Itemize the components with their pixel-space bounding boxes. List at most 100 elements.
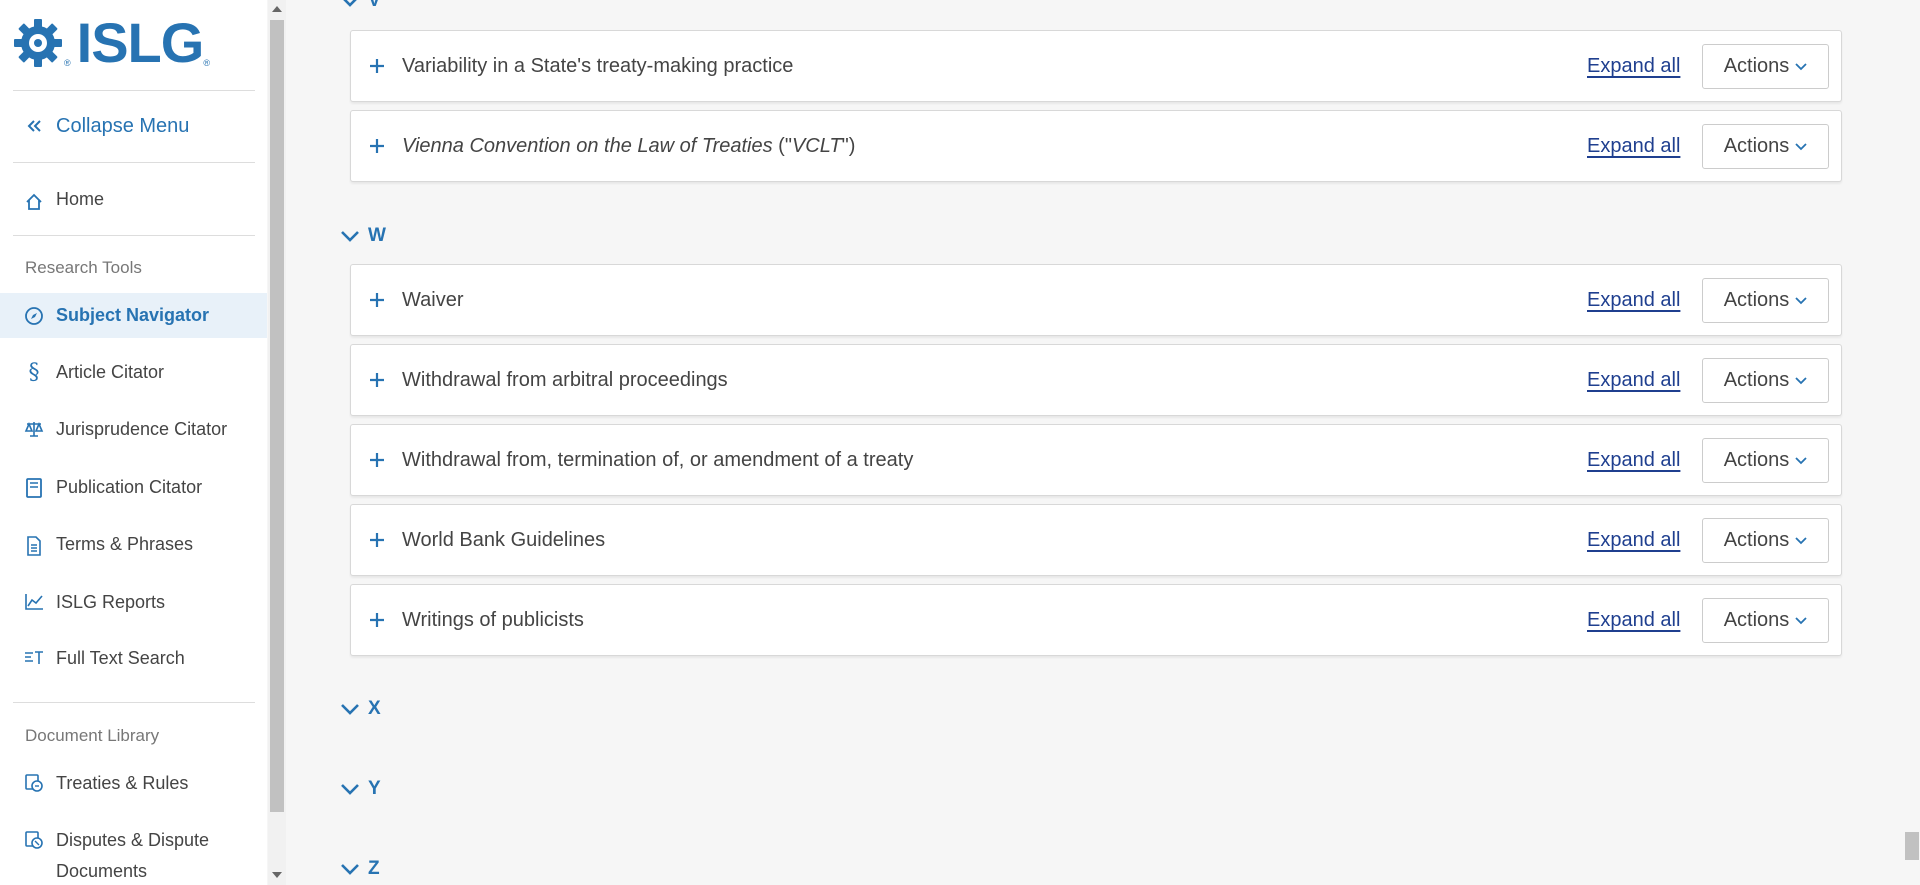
sidebar-item-treaties-rules[interactable]: Treaties & Rules [0,768,267,800]
actions-dropdown[interactable]: Actions [1702,44,1829,89]
sidebar-item-publication-citator[interactable]: Publication Citator [0,472,267,504]
expand-all-link[interactable]: Expand all [1587,609,1680,632]
topic-card: World Bank Guidelines Expand all Actions [350,504,1842,576]
sidebar-item-label: Home [56,189,105,209]
topic-card: Withdrawal from, termination of, or amen… [350,424,1842,496]
topic-title[interactable]: World Bank Guidelines [402,529,605,552]
letter-heading: Z [368,858,380,879]
chevron-down-icon [340,699,360,719]
plus-icon[interactable] [368,57,386,75]
actions-label: Actions [1723,55,1790,77]
chevron-down-icon [1795,62,1807,70]
topic-title[interactable]: Waiver [402,289,463,312]
sidebar-item-full-text-search[interactable]: Full Text Search [0,643,267,675]
actions-label: Actions [1723,289,1790,311]
plus-icon[interactable] [368,451,386,469]
topic-title[interactable]: Withdrawal from, termination of, or amen… [402,449,913,472]
letter-section-v[interactable]: V [340,0,381,12]
topic-card: Withdrawal from arbitral proceedings Exp… [350,344,1842,416]
actions-dropdown[interactable]: Actions [1702,598,1829,643]
actions-label: Actions [1723,609,1790,631]
divider [13,235,255,236]
plus-icon[interactable] [368,137,386,155]
sidebar-item-label: Terms & Phrases [56,534,194,554]
actions-label: Actions [1723,529,1790,551]
section-icon: § [28,360,40,385]
topic-card: Waiver Expand all Actions [350,264,1842,336]
actions-dropdown[interactable]: Actions [1702,124,1829,169]
plus-icon[interactable] [368,611,386,629]
book-icon [24,478,44,498]
main-scrollbar-thumb[interactable] [1905,832,1919,860]
logo-text: ISLG [76,11,205,74]
letter-section-w[interactable]: W [340,225,386,247]
expand-all-link[interactable]: Expand all [1587,135,1680,158]
actions-dropdown[interactable]: Actions [1702,438,1829,483]
letter-section-y[interactable]: Y [340,778,381,800]
sidebar-item-label: Full Text Search [56,648,185,668]
main-scrollbar[interactable] [1902,0,1920,885]
collapse-menu-label: Collapse Menu [56,115,190,137]
topic-title-part: ") [841,135,856,157]
chevron-down-icon [340,0,360,11]
actions-label: Actions [1723,369,1790,391]
expand-all-link[interactable]: Expand all [1587,55,1680,78]
actions-dropdown[interactable]: Actions [1702,518,1829,563]
divider [13,162,255,163]
collapse-menu-button[interactable]: Collapse Menu [0,110,267,142]
text-search-icon [24,648,44,668]
sidebar-item-label: Publication Citator [56,477,203,497]
disputes-icon [24,830,44,850]
sidebar-item-label: Disputes & Dispute [56,830,210,850]
treaty-icon [24,773,44,793]
sidebar-item-terms-phrases[interactable]: Terms & Phrases [0,529,267,561]
letter-heading: Y [368,778,381,799]
chart-line-icon [24,592,44,612]
scroll-down-arrow-icon[interactable] [272,872,282,878]
sidebar-scrollbar[interactable] [268,0,286,885]
plus-icon[interactable] [368,291,386,309]
chevron-down-icon [340,779,360,799]
scroll-up-arrow-icon[interactable] [272,6,282,12]
document-library-heading: Document Library [25,726,160,745]
plus-icon[interactable] [368,531,386,549]
topic-card: Vienna Convention on the Law of Treaties… [350,110,1842,182]
topic-title[interactable]: Variability in a State's treaty-making p… [402,55,793,78]
sidebar-item-label: Jurisprudence Citator [56,419,228,439]
chevron-down-icon [1795,456,1807,464]
sidebar-item-disputes[interactable]: Disputes & Dispute Documents [0,825,267,885]
logo-registered-mark: ® [64,58,71,68]
topic-title[interactable]: Withdrawal from arbitral proceedings [402,369,728,392]
sidebar-item-jurisprudence-citator[interactable]: Jurisprudence Citator [0,414,267,446]
sidebar-item-home[interactable]: Home [0,184,267,216]
logo-registered-mark-2: ® [203,58,210,68]
topic-card: Writings of publicists Expand all Action… [350,584,1842,656]
islg-logo[interactable]: ® ISLG ® [12,14,210,72]
expand-all-link[interactable]: Expand all [1587,369,1680,392]
sidebar-item-label: Article Citator [56,362,165,382]
sidebar-item-label: Treaties & Rules [56,773,189,793]
letter-section-x[interactable]: X [340,698,381,720]
actions-dropdown[interactable]: Actions [1702,278,1829,323]
research-tools-heading: Research Tools [25,258,142,277]
chevron-down-icon [340,859,360,879]
expand-all-link[interactable]: Expand all [1587,289,1680,312]
topic-card: Variability in a State's treaty-making p… [350,30,1842,102]
sidebar-item-article-citator[interactable]: § Article Citator [0,357,267,389]
actions-dropdown[interactable]: Actions [1702,358,1829,403]
sidebar-item-islg-reports[interactable]: ISLG Reports [0,587,267,619]
expand-all-link[interactable]: Expand all [1587,529,1680,552]
sidebar-scrollbar-thumb[interactable] [270,20,284,812]
scales-icon [24,419,44,439]
plus-icon[interactable] [368,371,386,389]
expand-all-link[interactable]: Expand all [1587,449,1680,472]
topic-title[interactable]: Vienna Convention on the Law of Treaties… [402,135,855,158]
letter-section-z[interactable]: Z [340,858,380,880]
chevron-down-icon [340,226,360,246]
topic-title[interactable]: Writings of publicists [402,609,584,632]
sidebar-item-label: ISLG Reports [56,592,166,612]
topic-title-italic: Vienna Convention on the Law of Treaties [402,135,773,157]
letter-heading: W [368,225,386,246]
divider [13,702,255,703]
sidebar-item-subject-navigator[interactable]: Subject Navigator [0,293,267,338]
